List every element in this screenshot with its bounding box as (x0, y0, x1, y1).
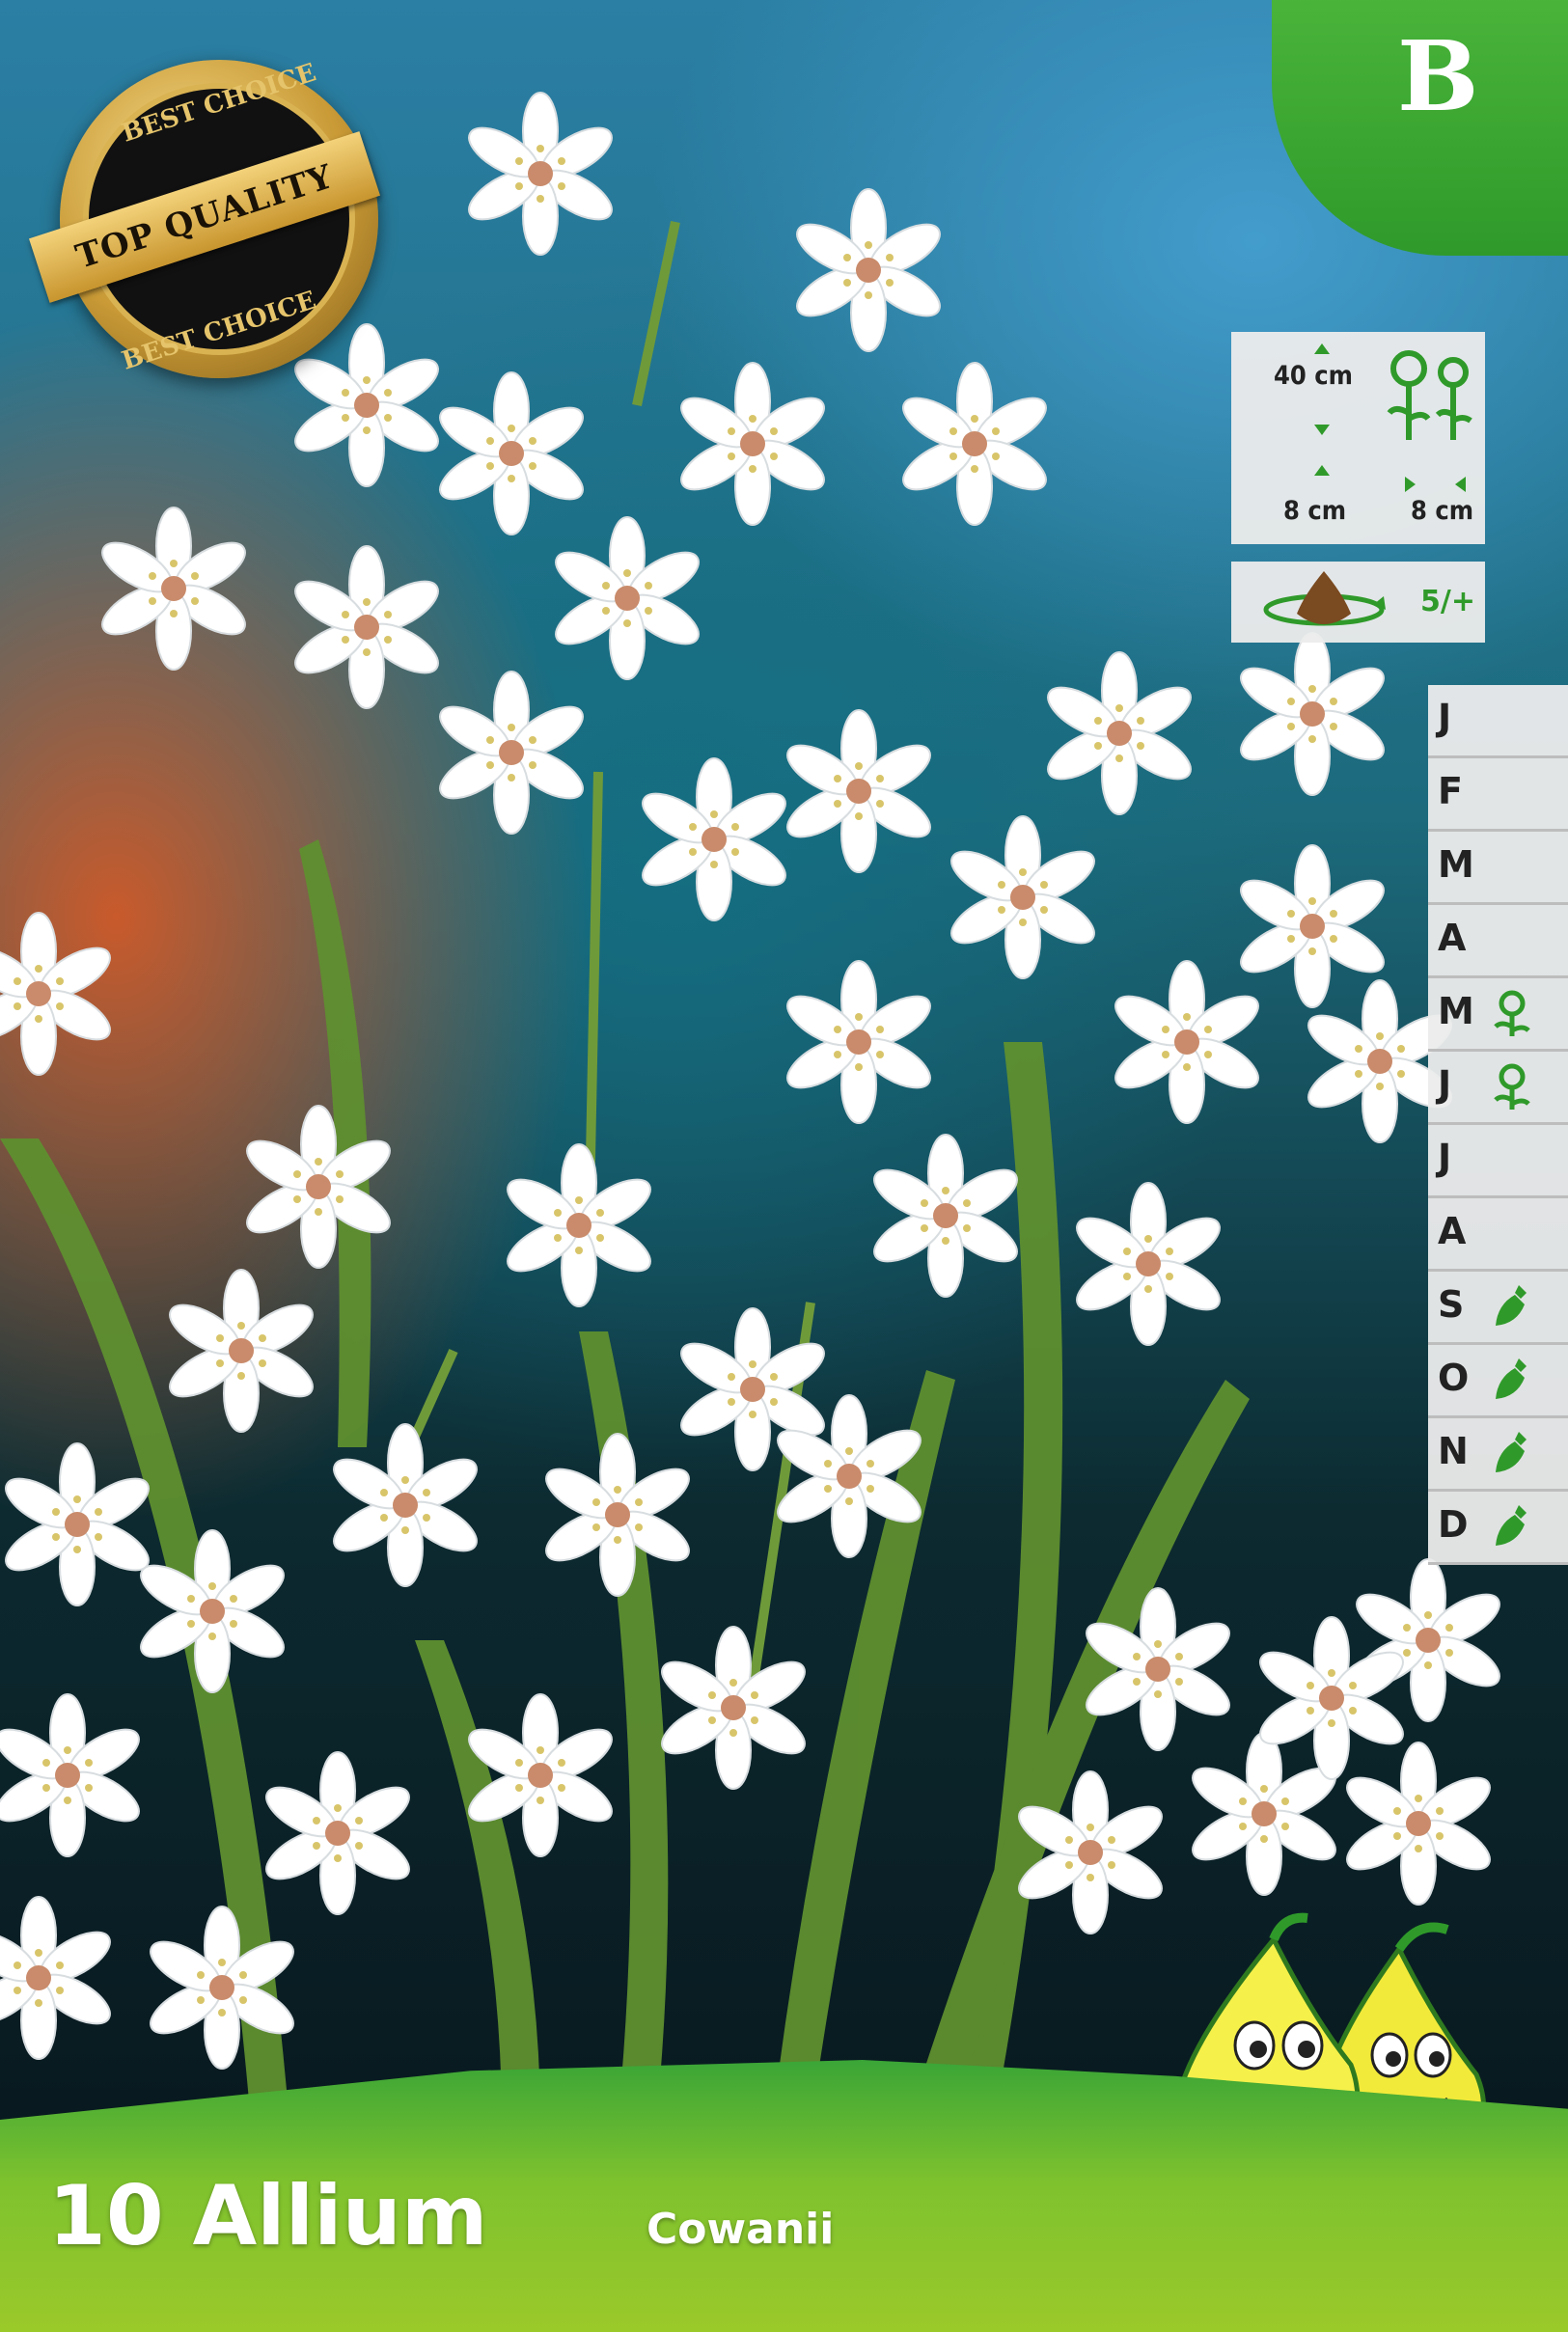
flower-icon (1488, 1061, 1536, 1111)
plant-height: 40 cm (1274, 361, 1353, 391)
arrow-right-icon (1405, 477, 1416, 492)
category-letter: B (1397, 19, 1479, 133)
product-variety: Cowanii (646, 2205, 835, 2254)
month-row: J (1428, 1052, 1568, 1125)
trowel-icon (1488, 1501, 1536, 1551)
month-row: J (1428, 685, 1568, 758)
month-label: J (1438, 1063, 1452, 1106)
month-row: O (1428, 1345, 1568, 1418)
bulbs-per-area: 5/+ (1420, 585, 1475, 618)
month-row: J (1428, 1125, 1568, 1198)
month-row: N (1428, 1418, 1568, 1492)
plant-spacing: 8 cm (1411, 496, 1474, 526)
month-label: N (1438, 1430, 1469, 1472)
month-row: A (1428, 1198, 1568, 1272)
month-row: S (1428, 1272, 1568, 1345)
trowel-icon (1488, 1281, 1536, 1331)
trowel-icon (1488, 1355, 1536, 1405)
planting-info-panel: 40 cm 8 cm 8 cm (1231, 332, 1485, 544)
month-label: A (1438, 917, 1467, 959)
month-label: J (1438, 697, 1452, 739)
month-label: D (1438, 1503, 1469, 1546)
trowel-icon (1488, 1428, 1536, 1478)
month-label: A (1438, 1210, 1467, 1252)
planting-depth: 8 cm (1283, 496, 1347, 526)
month-label: O (1438, 1357, 1470, 1399)
month-row: M (1428, 978, 1568, 1052)
arrow-left-icon (1455, 477, 1466, 492)
flower-icon (1488, 988, 1536, 1038)
month-label: M (1438, 843, 1474, 886)
month-row: A (1428, 905, 1568, 978)
product-title: 10 Allium (48, 2168, 488, 2264)
month-label: F (1438, 770, 1463, 812)
month-label: J (1438, 1137, 1452, 1179)
arrow-up-icon (1314, 465, 1330, 476)
bulb-icon (1263, 571, 1386, 626)
month-row: D (1428, 1492, 1568, 1565)
top-quality-badge: BEST CHOICE TOP QUALITY BEST CHOICE (28, 58, 381, 378)
bulb-quantity-panel: 5/+ (1231, 562, 1485, 643)
month-label: M (1438, 990, 1474, 1032)
month-label: S (1438, 1283, 1465, 1326)
product-banner: 10 Allium Cowanii (0, 2060, 1568, 2332)
month-row: F (1428, 758, 1568, 832)
flower-spacing-icon (1387, 350, 1472, 440)
flowering-calendar: JFMAMJJASOND (1428, 685, 1568, 1565)
packaging-label: BEST CHOICE TOP QUALITY BEST CHOICE B 40… (0, 0, 1568, 2332)
month-row: M (1428, 832, 1568, 905)
arrow-down-icon (1314, 425, 1330, 435)
arrow-up-icon (1314, 343, 1330, 354)
